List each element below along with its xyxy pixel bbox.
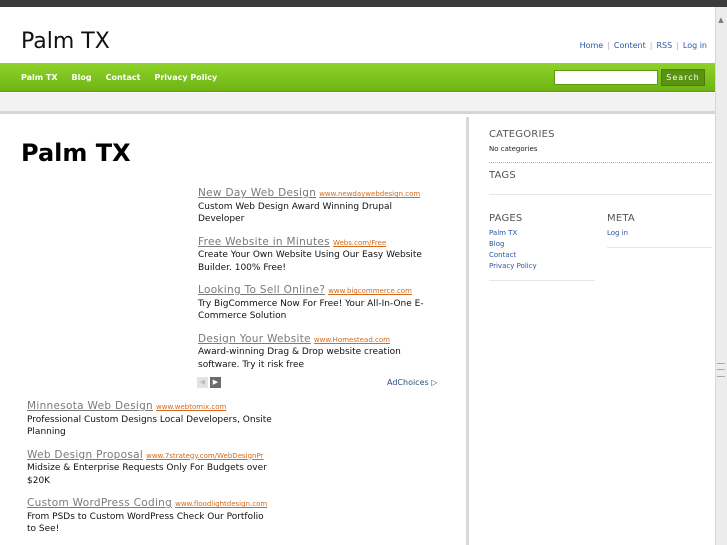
divider — [607, 247, 712, 248]
ad-title[interactable]: Custom WordPress Coding — [27, 497, 172, 509]
ad-item: Minnesota Web Design www.webtomix.com Pro… — [27, 400, 272, 439]
sidebar-page-palm-tx[interactable]: Palm TX — [489, 228, 537, 239]
toplink-content[interactable]: Content — [614, 41, 646, 50]
separator: | — [649, 41, 653, 50]
browser-top-bar — [0, 0, 727, 7]
separator: | — [676, 41, 679, 50]
ad-item: Design Your Website www.Homestead.com Awa… — [198, 333, 438, 372]
ad-title[interactable]: Free Website in Minutes — [198, 236, 330, 248]
tags-heading: TAGS — [489, 170, 516, 181]
ad-description: Custom Web Design Award Winning Drupal D… — [198, 201, 392, 225]
categories-heading: CATEGORIES — [489, 129, 555, 140]
ad-url[interactable]: www.newdaywebdesign.com — [319, 190, 420, 198]
pages-heading: PAGES — [489, 213, 523, 224]
sidebar-page-privacy-policy[interactable]: Privacy Policy — [489, 261, 537, 272]
sidebar-meta-login[interactable]: Log in — [607, 228, 628, 239]
toplink-home[interactable]: Home — [580, 41, 604, 50]
categories-empty-text: No categories — [489, 145, 538, 153]
ad-title[interactable]: Looking To Sell Online? — [198, 284, 325, 296]
toplink-login[interactable]: Log in — [683, 41, 707, 50]
meta-list: Log in — [607, 228, 628, 239]
ad-description: Try BigCommerce Now For Free! Your All-I… — [198, 298, 424, 322]
divider — [489, 280, 595, 281]
divider — [489, 162, 712, 163]
chevron-left-icon[interactable]: ◀ — [197, 377, 208, 388]
ad-url[interactable]: www.7strategy.com/WebDesignPr — [146, 452, 263, 460]
search-input[interactable] — [554, 70, 658, 85]
adchoices-icon: ▷ — [431, 378, 438, 387]
toplink-rss[interactable]: RSS — [656, 41, 672, 50]
ad-url[interactable]: www.floodlightdesign.com — [175, 500, 267, 508]
main-navbar: Palm TX Blog Contact Privacy Policy Sear… — [0, 63, 715, 92]
adchoices-label: AdChoices — [387, 378, 429, 387]
sidebar-page-blog[interactable]: Blog — [489, 239, 537, 250]
ad-description: Midsize & Enterprise Requests Only For B… — [27, 463, 267, 486]
ad-url[interactable]: www.bigcommerce.com — [328, 287, 412, 295]
ad-title[interactable]: New Day Web Design — [198, 187, 316, 199]
chevron-right-icon[interactable]: ▶ — [210, 377, 221, 388]
site-header: Palm TX Home | Content | RSS | Log in — [0, 7, 715, 63]
ad-url[interactable]: Webs.com/Free — [333, 239, 386, 247]
ad-description: Professional Custom Designs Local Develo… — [27, 414, 272, 438]
separator: | — [607, 41, 610, 50]
nav-menu: Palm TX Blog Contact Privacy Policy — [15, 63, 224, 92]
adchoices-link[interactable]: AdChoices ▷ — [387, 378, 437, 387]
site-title[interactable]: Palm TX — [21, 29, 110, 55]
nav-item-contact[interactable]: Contact — [99, 63, 148, 92]
ad-title[interactable]: Web Design Proposal — [27, 449, 143, 461]
scroll-grip-icon[interactable] — [717, 363, 725, 377]
ad-item: Custom WordPress Coding www.floodlightdes… — [27, 497, 272, 536]
scroll-up-arrow-icon[interactable]: ▲ — [716, 15, 726, 25]
nav-item-privacy-policy[interactable]: Privacy Policy — [147, 63, 224, 92]
divider — [489, 194, 712, 195]
ad-url[interactable]: www.Homestead.com — [314, 336, 390, 344]
vertical-scrollbar[interactable]: ▲ — [715, 7, 727, 545]
ad-description: Award-winning Drag & Drop website creati… — [198, 347, 401, 370]
ad-title[interactable]: Minnesota Web Design — [27, 400, 153, 412]
sidebar-page-contact[interactable]: Contact — [489, 250, 537, 261]
ad-navigation: ◀ ▶ — [197, 377, 223, 388]
ad-description: Create Your Own Website Using Our Easy W… — [198, 250, 422, 273]
ad-title[interactable]: Design Your Website — [198, 333, 311, 345]
meta-heading: META — [607, 213, 635, 224]
sidebar: CATEGORIES No categories TAGS PAGES Palm… — [469, 117, 715, 545]
search-button[interactable]: Search — [661, 69, 705, 86]
ad-item: Web Design Proposal www.7strategy.com/Web… — [27, 449, 272, 488]
sub-header-band — [0, 93, 715, 114]
top-links: Home | Content | RSS | Log in — [580, 41, 707, 50]
ad-unit-primary: New Day Web Design www.newdaywebdesign.co… — [198, 187, 438, 381]
page-title: Palm TX — [21, 139, 131, 167]
ad-item: New Day Web Design www.newdaywebdesign.co… — [198, 187, 438, 226]
nav-item-blog[interactable]: Blog — [65, 63, 99, 92]
nav-item-palm-tx[interactable]: Palm TX — [15, 63, 65, 92]
ad-unit-secondary: Minnesota Web Design www.webtomix.com Pro… — [27, 400, 272, 545]
ad-url[interactable]: www.webtomix.com — [156, 403, 226, 411]
ad-description: From PSDs to Custom WordPress Check Our … — [27, 511, 264, 535]
ad-item: Looking To Sell Online? www.bigcommerce.c… — [198, 284, 438, 323]
main-content: Palm TX New Day Web Design www.newdaywebd… — [0, 117, 466, 545]
ad-item: Free Website in Minutes Webs.com/Free Cre… — [198, 236, 438, 275]
pages-list: Palm TX Blog Contact Privacy Policy — [489, 228, 537, 272]
